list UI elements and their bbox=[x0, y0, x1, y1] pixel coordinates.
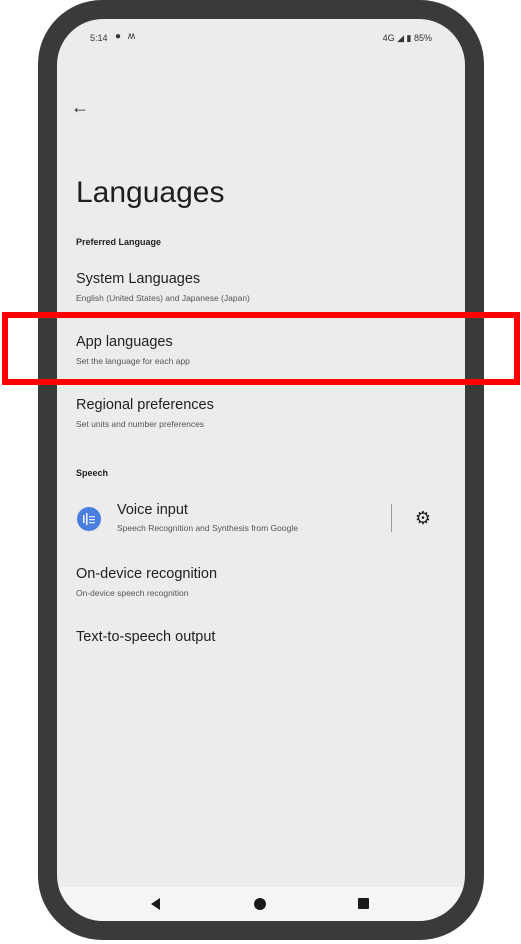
google-voice-icon bbox=[77, 507, 101, 531]
screen: 5:14 ● ʍ 4G ◢ ▮ 85% ← Languages Preferre… bbox=[57, 19, 465, 921]
section-header-preferred-language: Preferred Language bbox=[76, 237, 162, 247]
item-title: On-device recognition bbox=[76, 566, 218, 582]
nav-back-icon[interactable] bbox=[151, 898, 160, 910]
item-subtitle: English (United States) and Japanese (Ja… bbox=[76, 293, 250, 303]
nav-recents-icon[interactable] bbox=[358, 898, 369, 909]
item-title: Text-to-speech output bbox=[76, 629, 216, 645]
section-header-speech: Speech bbox=[76, 468, 109, 478]
item-title: Voice input bbox=[117, 502, 188, 518]
list-item-voice-input[interactable]: Voice input Speech Recognition and Synth… bbox=[57, 499, 465, 539]
item-title: System Languages bbox=[76, 271, 201, 287]
status-right-indicators: 4G ◢ ▮ 85% bbox=[382, 33, 432, 43]
list-item-text-to-speech[interactable]: Text-to-speech output bbox=[57, 629, 465, 659]
status-time: 5:14 bbox=[90, 33, 108, 43]
item-title: Regional preferences bbox=[76, 397, 214, 413]
item-subtitle: Speech Recognition and Synthesis from Go… bbox=[117, 523, 298, 533]
item-divider bbox=[391, 504, 392, 532]
highlight-box bbox=[2, 312, 520, 385]
list-item-on-device-recognition[interactable]: On-device recognition On-device speech r… bbox=[57, 566, 465, 606]
item-subtitle: On-device speech recognition bbox=[76, 588, 189, 598]
status-bar: 5:14 ● ʍ 4G ◢ ▮ 85% bbox=[57, 19, 465, 55]
nav-home-icon[interactable] bbox=[254, 898, 266, 910]
page-title: Languages bbox=[76, 176, 225, 209]
phone-frame: 5:14 ● ʍ 4G ◢ ▮ 85% ← Languages Preferre… bbox=[38, 0, 484, 940]
item-subtitle: Set units and number preferences bbox=[76, 419, 205, 429]
navigation-bar bbox=[57, 887, 465, 921]
gear-icon[interactable]: ⚙ bbox=[413, 508, 433, 528]
list-item-regional-preferences[interactable]: Regional preferences Set units and numbe… bbox=[57, 397, 465, 449]
back-arrow-icon[interactable]: ← bbox=[71, 95, 99, 119]
notification-icons: ● ʍ bbox=[115, 31, 138, 42]
